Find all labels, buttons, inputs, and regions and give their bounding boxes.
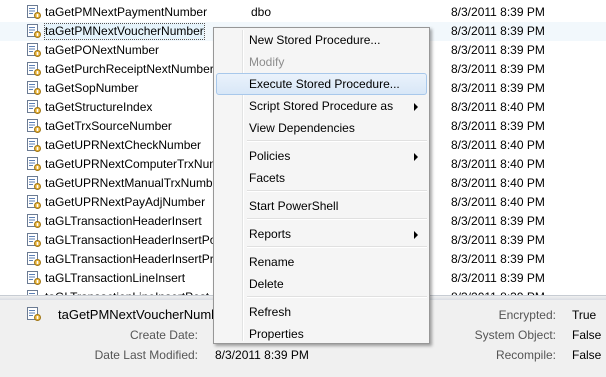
encrypted-label: Encrypted: — [498, 308, 556, 322]
menu-item-modify[interactable]: Modify — [216, 51, 427, 73]
procedure-name: taGetPMNextVoucherNumber — [44, 23, 205, 40]
menu-item-label: Rename — [249, 255, 295, 269]
list-item[interactable]: taGetPMNextPaymentNumber dbo 8/3/2011 8:39… — [0, 3, 606, 22]
menu-item-label: Delete — [249, 277, 284, 291]
procedure-date: 8/3/2011 8:39 PM — [451, 271, 545, 285]
procedure-name: taGetUPRNextManualTrxNumber — [45, 176, 224, 190]
procedure-date: 8/3/2011 8:39 PM — [451, 214, 545, 228]
procedure-date: 8/3/2011 8:39 PM — [451, 119, 545, 133]
menu-item-script-stored-procedure-as[interactable]: Script Stored Procedure as — [216, 95, 427, 117]
recompile-label: Recompile: — [495, 348, 556, 362]
create-date-label: Create Date: — [129, 328, 198, 342]
procedure-date: 8/3/2011 8:39 PM — [451, 62, 545, 76]
menu-item-label: Facets — [249, 171, 286, 185]
stored-procedure-icon — [27, 271, 41, 285]
procedure-name: taGLTransactionHeaderInsert — [45, 214, 202, 228]
menu-item-label: Modify — [249, 55, 285, 69]
details-object-name: taGetPMNextVoucherNumber — [58, 307, 230, 322]
submenu-arrow-icon — [414, 103, 418, 111]
procedure-date: 8/3/2011 8:40 PM — [451, 138, 545, 152]
stored-procedure-icon — [27, 195, 41, 209]
menu-item-view-dependencies[interactable]: View Dependencies — [216, 117, 427, 139]
procedure-name: taGetPurchReceiptNextNumber — [45, 62, 214, 76]
stored-procedure-icon — [27, 252, 41, 266]
procedure-name: taGetUPRNextPayAdjNumber — [45, 195, 206, 209]
stored-procedure-icon — [27, 157, 41, 171]
submenu-arrow-icon — [414, 153, 418, 161]
system-object-value: False — [572, 328, 602, 342]
procedure-date: 8/3/2011 8:40 PM — [451, 157, 545, 171]
stored-procedure-icon — [27, 62, 41, 76]
procedure-name: taGetTrxSourceNumber — [45, 119, 172, 133]
system-object-label: System Object: — [474, 328, 556, 342]
procedure-name: taGetSopNumber — [45, 81, 139, 95]
menu-separator — [247, 296, 427, 298]
stored-procedure-icon — [27, 81, 41, 95]
menu-separator — [247, 140, 427, 142]
stored-procedure-icon — [27, 176, 41, 190]
menu-item-label: New Stored Procedure... — [249, 33, 381, 47]
procedure-owner: dbo — [251, 5, 272, 19]
stored-procedure-icon — [27, 214, 41, 228]
procedure-name: taGetPONextNumber — [45, 43, 160, 57]
menu-item-policies[interactable]: Policies — [216, 145, 427, 167]
procedure-name: taGLTransactionHeaderInsertPo — [45, 233, 217, 247]
procedure-date: 8/3/2011 8:39 PM — [451, 43, 545, 57]
menu-item-label: Refresh — [249, 305, 292, 319]
menu-item-facets[interactable]: Facets — [216, 167, 427, 189]
context-menu[interactable]: New Stored Procedure... Modify Execute Sto… — [213, 27, 430, 344]
menu-item-properties[interactable]: Properties — [216, 323, 427, 345]
procedure-date: 8/3/2011 8:39 PM — [451, 252, 545, 266]
procedure-date: 8/3/2011 8:39 PM — [451, 5, 545, 19]
menu-item-label: Execute Stored Procedure... — [249, 77, 400, 91]
menu-item-delete[interactable]: Delete — [216, 273, 427, 295]
stored-procedure-icon — [27, 43, 41, 57]
stored-procedure-icon — [27, 5, 41, 19]
menu-separator — [247, 190, 427, 192]
menu-separator — [247, 246, 427, 248]
menu-item-new-stored-procedure[interactable]: New Stored Procedure... — [216, 29, 427, 51]
stored-procedure-icon — [27, 138, 41, 152]
menu-item-rename[interactable]: Rename — [216, 251, 427, 273]
procedure-date: 8/3/2011 8:39 PM — [451, 24, 545, 38]
stored-procedure-icon — [27, 233, 41, 247]
menu-item-execute-stored-procedure[interactable]: Execute Stored Procedure... — [216, 73, 427, 95]
menu-item-reports[interactable]: Reports — [216, 223, 427, 245]
menu-item-start-powershell[interactable]: Start PowerShell — [216, 195, 427, 217]
procedure-name: taGLTransactionLineInsert — [45, 271, 186, 285]
stored-procedure-icon — [27, 307, 41, 321]
menu-item-label: View Dependencies — [249, 121, 355, 135]
procedure-name: taGLTransactionHeaderInsertPre — [45, 252, 221, 266]
procedure-name: taGetUPRNextComputerTrxNum — [45, 157, 220, 171]
procedure-date: 8/3/2011 8:39 PM — [451, 81, 545, 95]
procedure-date: 8/3/2011 8:39 PM — [451, 233, 545, 247]
procedure-date: 8/3/2011 8:40 PM — [451, 100, 545, 114]
menu-item-label: Reports — [249, 227, 292, 241]
procedure-date: 8/3/2011 8:40 PM — [451, 176, 545, 190]
menu-item-label: Properties — [249, 327, 304, 341]
procedure-name: taGetPMNextPaymentNumber — [45, 5, 208, 19]
stored-procedure-icon — [27, 24, 41, 38]
submenu-arrow-icon — [414, 231, 418, 239]
menu-separator — [247, 218, 427, 220]
menu-item-label: Script Stored Procedure as — [249, 99, 394, 113]
menu-item-refresh[interactable]: Refresh — [216, 301, 427, 323]
procedure-name: taGetStructureIndex — [45, 100, 153, 114]
procedure-name: taGetUPRNextCheckNumber — [45, 138, 202, 152]
recompile-value: False — [572, 348, 602, 362]
date-last-modified-label: Date Last Modified: — [94, 348, 198, 362]
menu-item-label: Policies — [249, 149, 291, 163]
procedure-date: 8/3/2011 8:40 PM — [451, 195, 545, 209]
date-last-modified-value: 8/3/2011 8:39 PM — [215, 348, 309, 362]
stored-procedure-icon — [27, 119, 41, 133]
menu-item-label: Start PowerShell — [249, 199, 339, 213]
stored-procedure-icon — [27, 100, 41, 114]
encrypted-value: True — [572, 308, 597, 322]
